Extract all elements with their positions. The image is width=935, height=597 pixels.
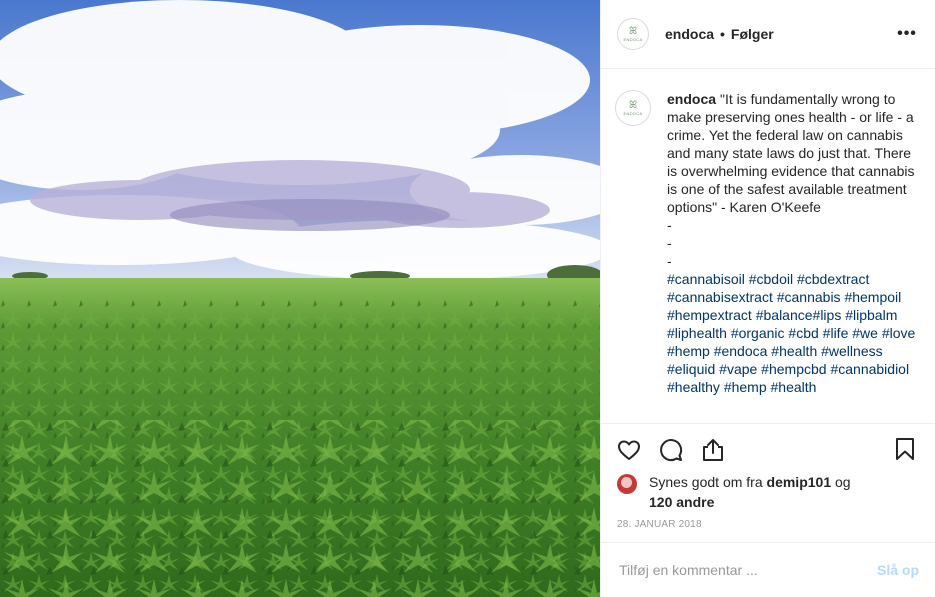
caption-avatar[interactable]: ꕤ ENDOCA <box>615 90 651 126</box>
liker-username[interactable]: demip101 <box>767 474 832 490</box>
post-photo[interactable] <box>0 0 600 597</box>
caption-dash: - <box>667 253 672 269</box>
likes-conjunction: og <box>835 474 851 490</box>
header-separator: • <box>720 26 725 42</box>
caption-text: endoca "It is fundamentally wrong to make… <box>667 90 917 396</box>
caption-hashtags[interactable]: #cannabisoil #cbdoil #cbdextract #cannab… <box>667 270 917 396</box>
save-button[interactable] <box>893 437 919 463</box>
follow-button[interactable]: Følger <box>731 26 774 42</box>
add-comment-section: Slå op <box>601 542 935 597</box>
share-button[interactable] <box>701 438 727 464</box>
caption-dash: - <box>667 235 672 251</box>
bookmark-icon <box>896 438 914 460</box>
profile-avatar[interactable]: ꕤ ENDOCA <box>617 18 649 50</box>
more-icon: ••• <box>897 25 917 42</box>
header-user-info: endoca • Følger <box>665 26 774 42</box>
comment-button[interactable] <box>659 438 685 464</box>
more-options-button[interactable]: ••• <box>895 22 919 46</box>
likes-prefix: Synes godt om fra <box>649 474 763 490</box>
comment-input[interactable] <box>617 561 877 579</box>
caption-quote: "It is fundamentally wrong to make prese… <box>667 91 915 215</box>
logo-wordmark: ENDOCA <box>623 36 643 42</box>
post-comment-button[interactable]: Slå op <box>877 562 919 578</box>
post-side-panel: ꕤ ENDOCA endoca • Følger ••• ꕤ ENDOCA en… <box>600 0 935 597</box>
like-button[interactable] <box>617 438 643 464</box>
likes-others-count[interactable]: 120 andre <box>649 494 714 510</box>
post-date[interactable]: 28. JANUAR 2018 <box>617 519 702 530</box>
caption: ꕤ ENDOCA endoca "It is fundamentally wron… <box>601 70 935 396</box>
logo-wordmark: ENDOCA <box>623 110 643 116</box>
heart-icon <box>618 440 640 460</box>
instagram-post: ꕤ ENDOCA endoca • Følger ••• ꕤ ENDOCA en… <box>0 0 935 597</box>
comment-icon <box>660 438 683 461</box>
likes-text: Synes godt om fra demip101 og 120 andre <box>649 472 851 512</box>
likes-summary: Synes godt om fra demip101 og 120 andre <box>617 472 919 512</box>
endoca-logo-icon: ꕤ <box>628 25 638 37</box>
caption-dash: - <box>667 217 672 233</box>
liker-avatar[interactable] <box>617 474 637 494</box>
post-header: ꕤ ENDOCA endoca • Følger ••• <box>601 0 935 69</box>
share-icon <box>703 438 723 461</box>
comments-area[interactable]: ꕤ ENDOCA endoca "It is fundamentally wron… <box>601 70 935 422</box>
post-actions-bar <box>601 423 935 477</box>
hemp-field-image <box>0 0 600 597</box>
endoca-logo-icon: ꕤ <box>628 99 638 111</box>
header-username[interactable]: endoca <box>665 26 714 42</box>
caption-username[interactable]: endoca <box>667 91 716 107</box>
